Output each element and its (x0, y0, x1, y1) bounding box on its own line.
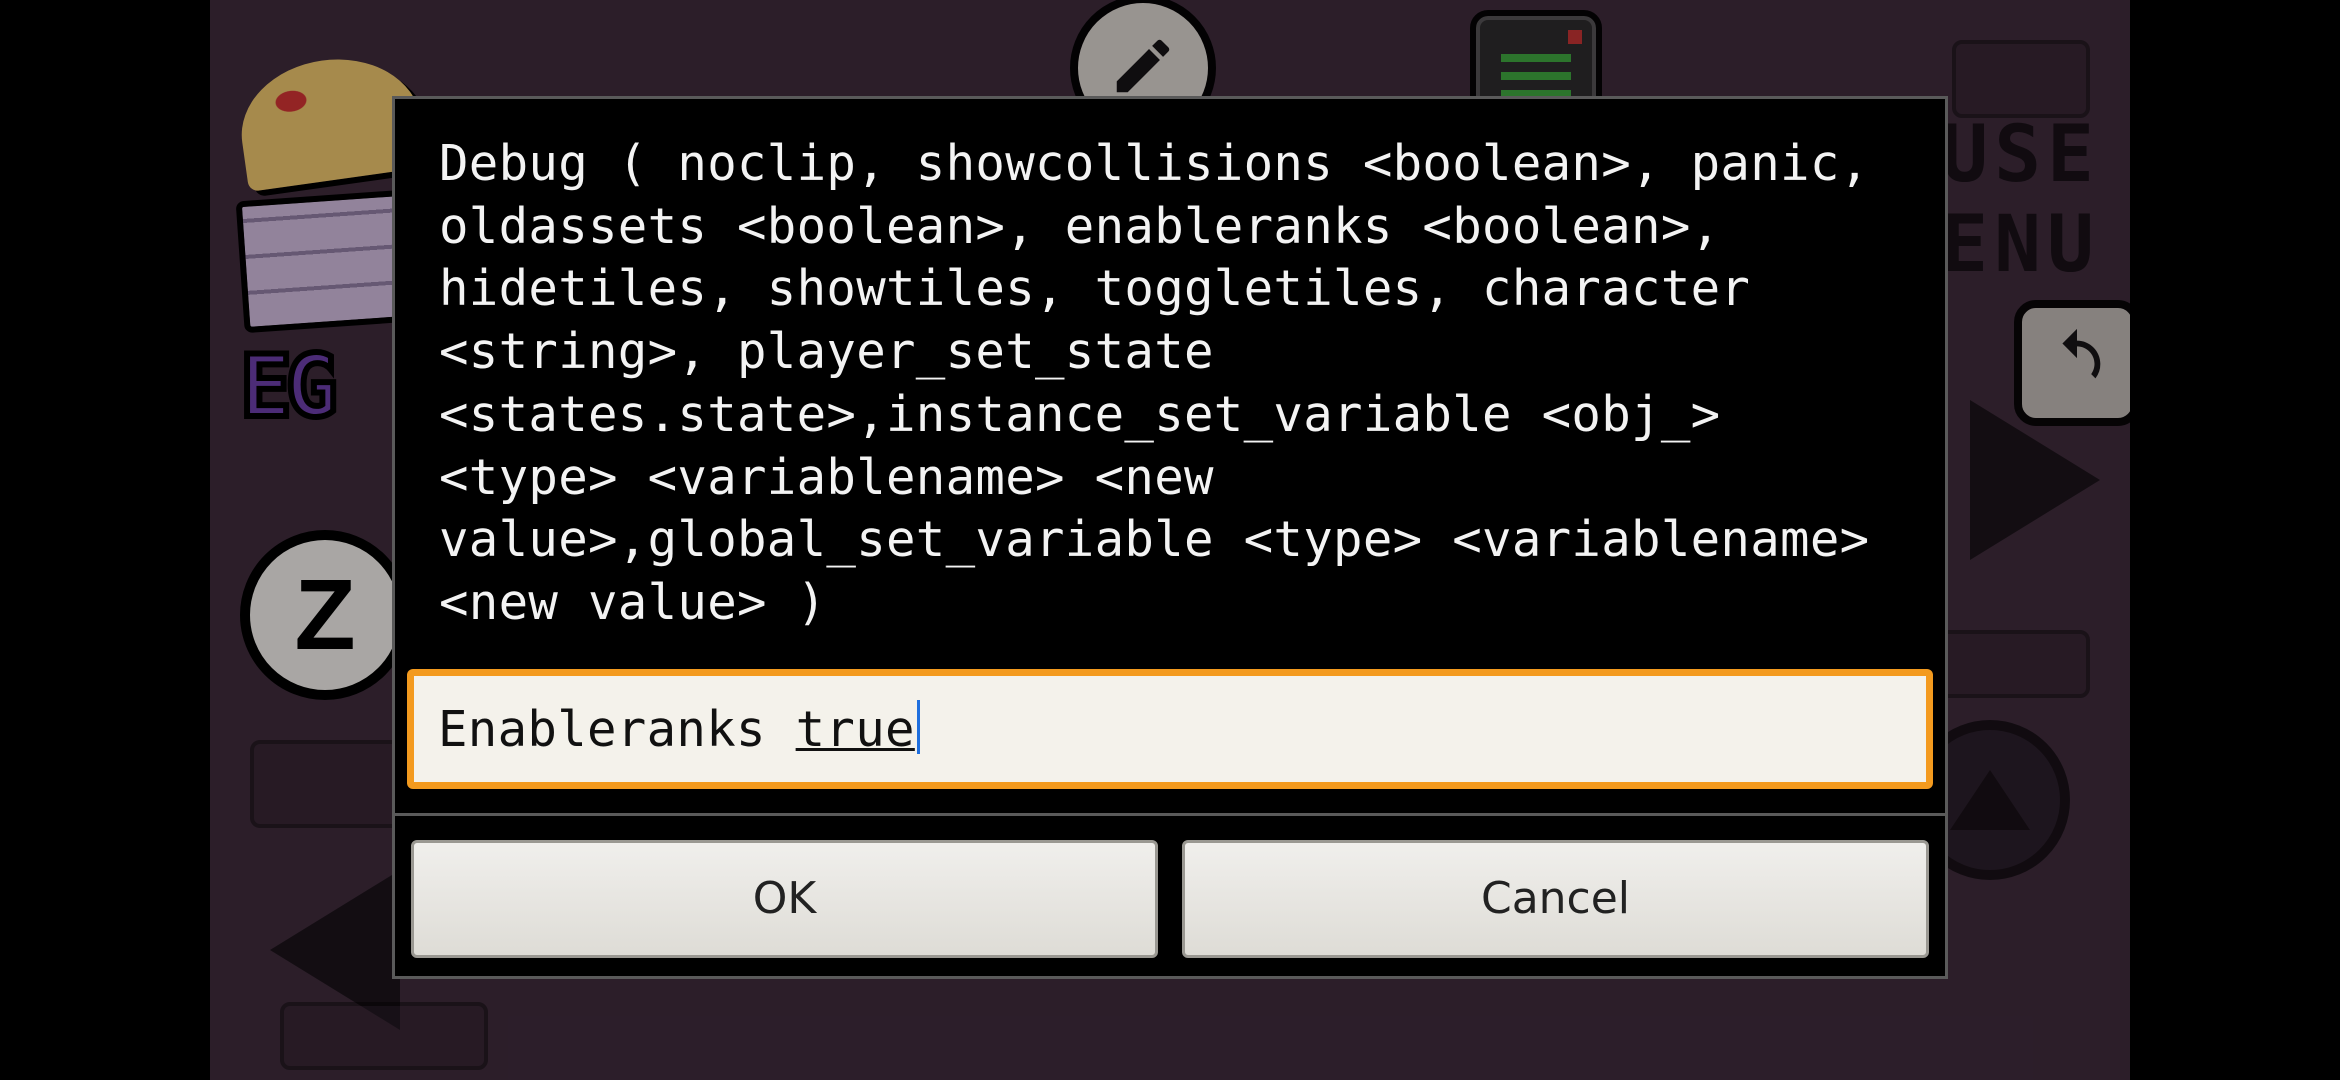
command-input-wrap: Enableranks true (407, 669, 1933, 789)
command-input[interactable]: Enableranks true (410, 672, 1930, 786)
debug-prompt-text: Debug ( noclip, showcollisions <boolean>… (395, 99, 1945, 665)
input-word2: true (796, 701, 915, 758)
dialog-button-row: OK Cancel (395, 813, 1945, 976)
cancel-button[interactable]: Cancel (1182, 840, 1929, 958)
text-caret (917, 700, 920, 754)
ok-button[interactable]: OK (411, 840, 1158, 958)
debug-dialog: Debug ( noclip, showcollisions <boolean>… (392, 96, 1948, 979)
input-word1: Enableranks (438, 701, 766, 758)
